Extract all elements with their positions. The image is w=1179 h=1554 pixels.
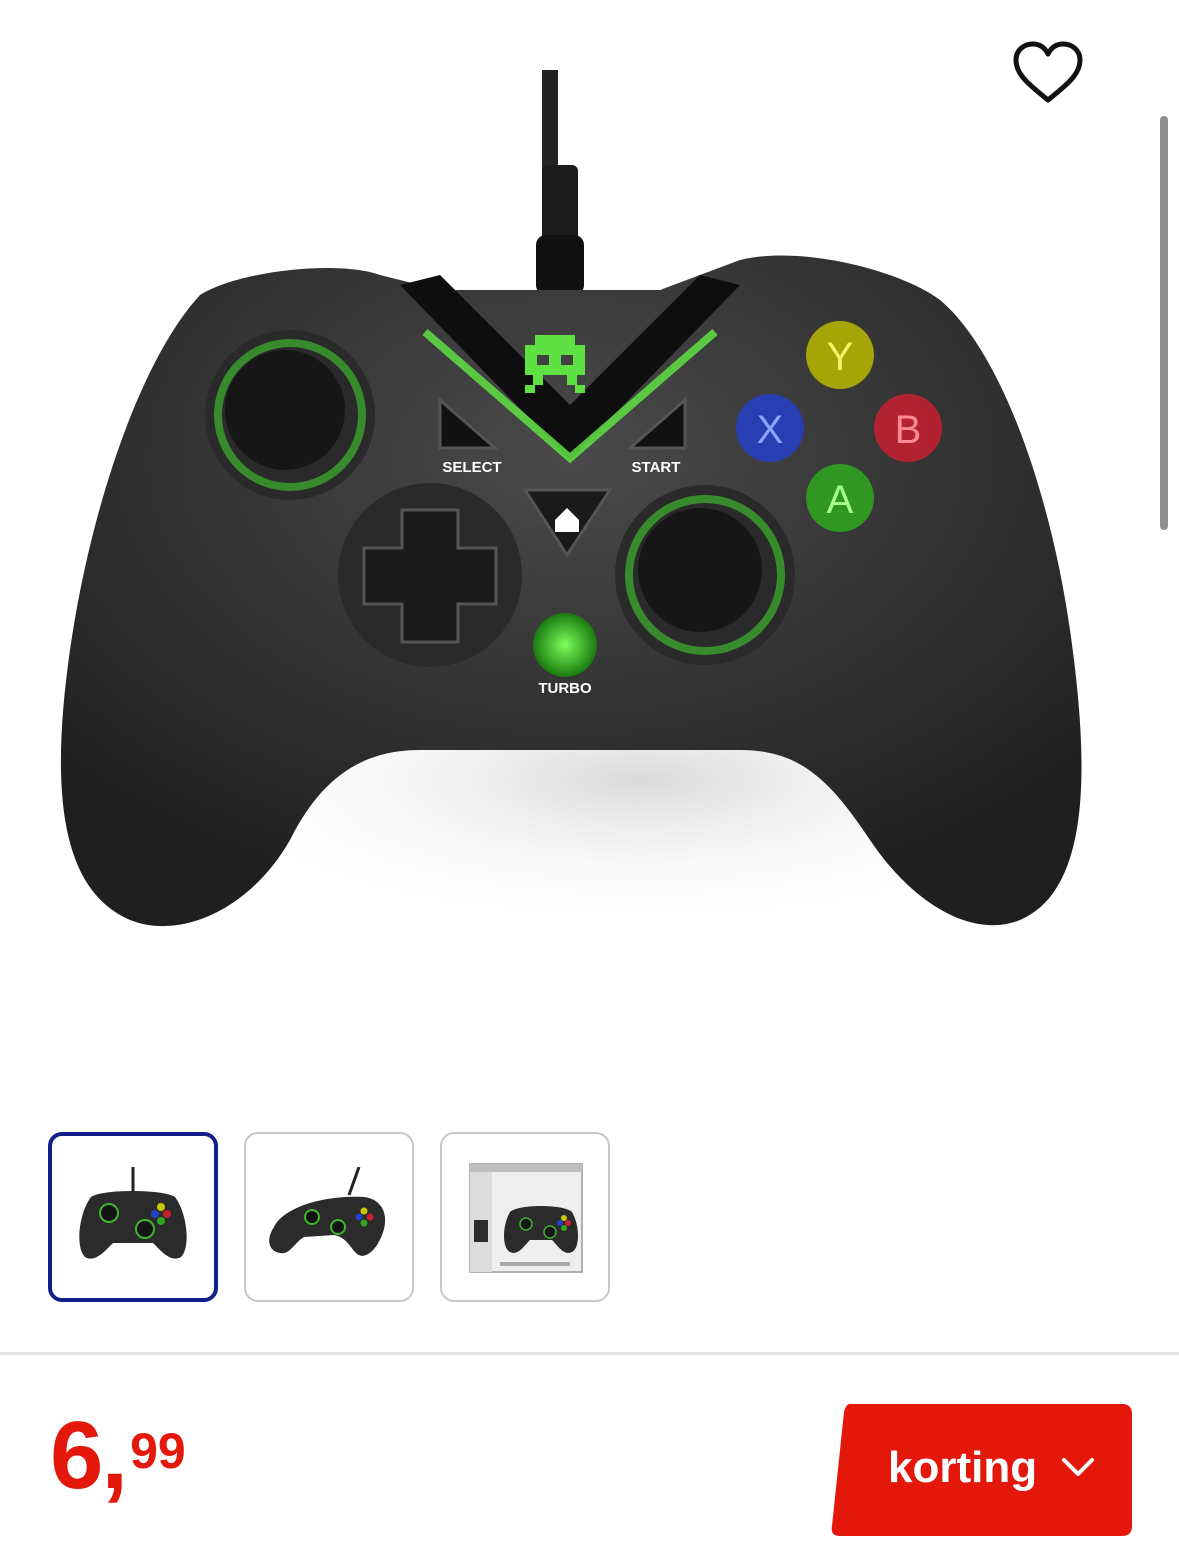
controller-image: SELECT START TURBO Y X B A bbox=[60, 70, 1110, 930]
button-b-label: B bbox=[895, 408, 922, 452]
thumbnail-angled[interactable] bbox=[244, 1132, 414, 1302]
button-y-label: Y bbox=[827, 335, 854, 379]
divider bbox=[0, 1352, 1179, 1355]
price: 6 , 99 bbox=[50, 1408, 186, 1504]
thumbnail-box[interactable] bbox=[440, 1132, 610, 1302]
thumbnail-front[interactable] bbox=[48, 1132, 218, 1302]
price-separator: , bbox=[101, 1402, 129, 1509]
controller-angled-thumbnail bbox=[269, 1167, 386, 1256]
turbo-label: TURBO bbox=[538, 680, 592, 697]
start-label: START bbox=[632, 459, 681, 476]
korting-button[interactable]: korting bbox=[830, 1404, 1132, 1536]
thumbnail-strip bbox=[48, 1132, 610, 1302]
favorite-button[interactable] bbox=[1008, 38, 1088, 108]
korting-label: korting bbox=[888, 1443, 1038, 1492]
chevron-down-icon bbox=[1062, 1458, 1094, 1476]
controller-box-thumbnail bbox=[469, 1163, 583, 1273]
price-whole: 6 bbox=[50, 1402, 103, 1509]
button-a-label: A bbox=[827, 478, 854, 522]
heart-icon[interactable] bbox=[1008, 38, 1088, 108]
scrollbar[interactable] bbox=[1160, 116, 1168, 530]
price-cents: 99 bbox=[130, 1423, 186, 1479]
product-image-area[interactable]: SELECT START TURBO Y X B A bbox=[0, 0, 1179, 1100]
controller-front-thumbnail bbox=[79, 1167, 187, 1259]
button-x-label: X bbox=[757, 408, 784, 452]
select-label: SELECT bbox=[442, 459, 501, 476]
